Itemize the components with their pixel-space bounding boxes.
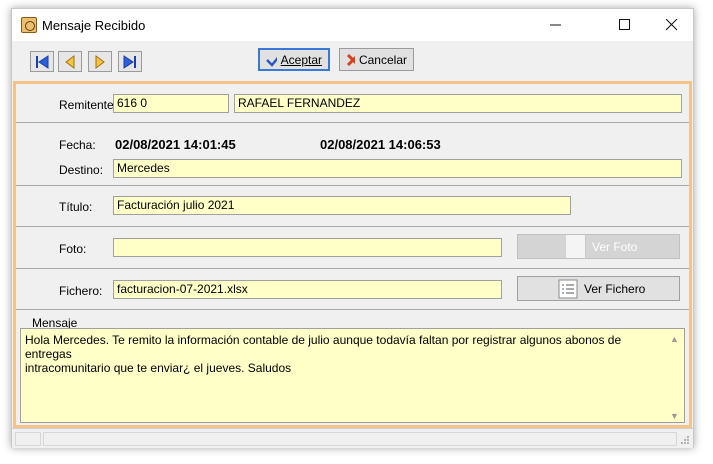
photo-icon [566, 235, 586, 258]
fecha-read-value: 02/08/2021 14:06:53 [320, 137, 441, 152]
last-record-icon [123, 55, 136, 69]
cancel-x-icon [346, 53, 355, 66]
previous-record-icon [65, 55, 75, 69]
app-icon [21, 17, 37, 33]
ver-foto-label: Ver Foto [592, 239, 638, 254]
titulo-section: Título: Facturación julio 2021 [16, 186, 689, 227]
toolbar: Aceptar Cancelar [12, 41, 693, 81]
status-pane-2 [43, 432, 677, 446]
titulo-label: Título: [59, 200, 93, 214]
scroll-up-icon[interactable]: ▲ [670, 332, 680, 344]
ver-fichero-label: Ver Fichero [584, 281, 646, 296]
previous-record-button[interactable] [58, 51, 82, 72]
fecha-sent-value: 02/08/2021 14:01:45 [115, 137, 236, 152]
first-record-button[interactable] [30, 51, 54, 72]
foto-section: Foto: Ver Foto [16, 227, 689, 269]
close-button[interactable] [649, 9, 695, 41]
ver-foto-button[interactable]: Ver Foto [517, 234, 680, 259]
next-record-icon [95, 55, 105, 69]
message-form: Remitente: 616 0 RAFAEL FERNANDEZ Fecha:… [13, 81, 692, 428]
checkmark-icon [266, 56, 277, 67]
mensaje-line-2: intracomunitario que te enviar¿ el jueve… [25, 361, 292, 375]
maximize-icon [619, 19, 630, 30]
fichero-section: Fichero: facturacion-07-2021.xlsx Ver Fi… [16, 269, 689, 310]
remitente-label: Remitente: [59, 98, 118, 112]
minimize-button[interactable] [533, 9, 579, 41]
minimize-icon [550, 24, 561, 26]
first-record-icon [36, 55, 49, 69]
remitente-section: Remitente: 616 0 RAFAEL FERNANDEZ [16, 84, 689, 123]
resize-grip-icon[interactable] [680, 435, 690, 445]
fecha-destino-section: Fecha: 02/08/2021 14:01:45 02/08/2021 14… [16, 123, 689, 186]
destino-field[interactable]: Mercedes [113, 159, 682, 178]
fecha-label: Fecha: [59, 138, 96, 152]
window-title: Mensaje Recibido [42, 18, 146, 33]
ver-fichero-button[interactable]: Ver Fichero [517, 276, 680, 301]
fichero-label: Fichero: [59, 284, 103, 298]
last-record-button[interactable] [118, 51, 142, 72]
cancel-button[interactable]: Cancelar [339, 48, 414, 71]
close-icon [666, 19, 678, 31]
remitente-code-field[interactable]: 616 0 [113, 94, 229, 113]
mensaje-textarea[interactable]: Hola Mercedes. Te remito la información … [20, 328, 685, 423]
file-list-icon [558, 279, 578, 298]
status-bar [12, 428, 693, 448]
accept-button[interactable]: Aceptar [258, 48, 330, 71]
title-bar[interactable]: Mensaje Recibido [12, 9, 693, 41]
foto-field[interactable] [113, 238, 502, 257]
accept-label: Aceptar [280, 52, 322, 67]
destino-label: Destino: [59, 163, 104, 177]
next-record-button[interactable] [88, 51, 112, 72]
mensaje-line-1: Hola Mercedes. Te remito la información … [25, 333, 622, 361]
cancel-label: Cancelar [358, 52, 407, 67]
remitente-name-field[interactable]: RAFAEL FERNANDEZ [234, 94, 682, 113]
foto-label: Foto: [59, 242, 87, 256]
maximize-button[interactable] [602, 9, 648, 41]
message-window: Mensaje Recibido Aceptar Cancelar Remite… [11, 8, 694, 448]
scroll-down-icon[interactable]: ▼ [670, 409, 680, 421]
titulo-field[interactable]: Facturación julio 2021 [113, 196, 571, 215]
fichero-field[interactable]: facturacion-07-2021.xlsx [113, 280, 502, 299]
status-pane-1 [15, 432, 41, 446]
